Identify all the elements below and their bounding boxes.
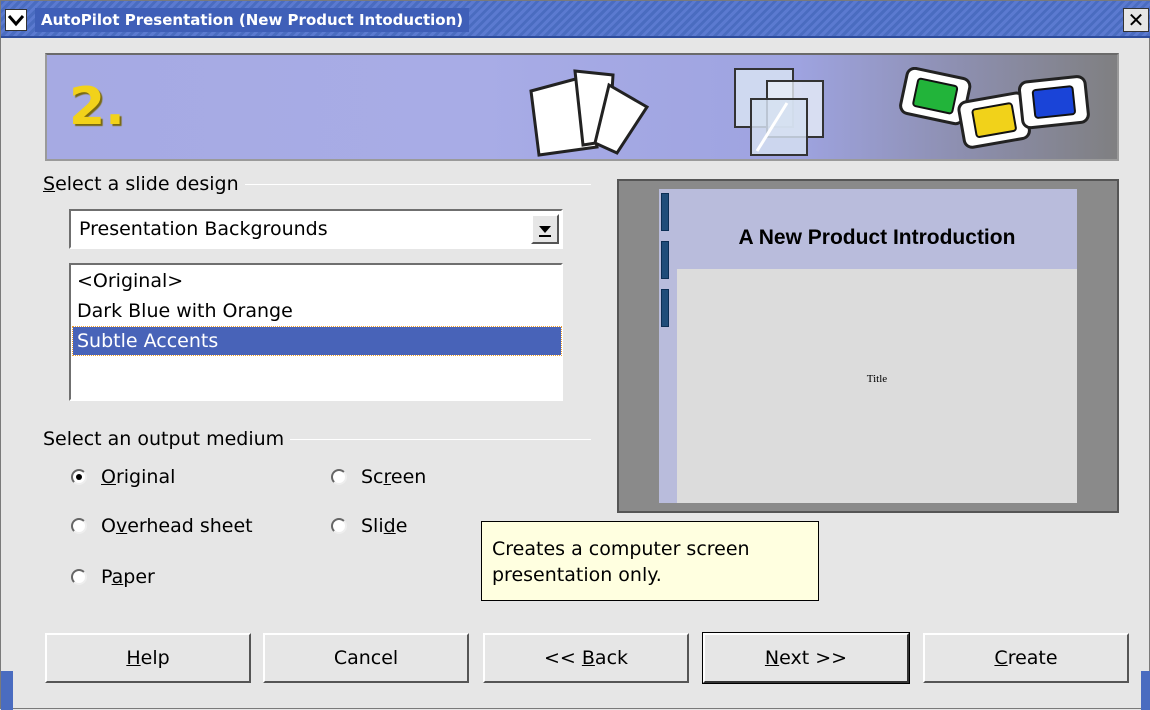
title-label-bg: AutoPilot Presentation (New Product Into…: [35, 8, 470, 32]
slide-left-band: [659, 189, 677, 503]
slide-preview: A New Product Introduction Title: [617, 179, 1119, 513]
frame-accent-left: [1, 671, 13, 710]
transparency-sheets-icon: [734, 68, 824, 156]
radio-screen-label: Screen: [361, 466, 427, 488]
radio-original[interactable]: Original: [71, 466, 175, 488]
preview-slide: A New Product Introduction Title: [659, 189, 1077, 503]
radio-slide-label: Slide: [361, 515, 408, 537]
design-category-dropdown[interactable]: Presentation Backgrounds: [69, 209, 563, 249]
design-category-value: Presentation Backgrounds: [79, 218, 328, 240]
accent-bar: [661, 193, 669, 231]
radio-original-label: Original: [101, 466, 176, 488]
radio-slide[interactable]: Slide: [331, 515, 407, 537]
tooltip-line-1: Creates a computer screen: [492, 538, 750, 560]
dropdown-arrow-icon: [539, 226, 551, 237]
window-menu-button[interactable]: [5, 9, 27, 31]
radio-indicator[interactable]: [71, 518, 87, 534]
radio-screen[interactable]: Screen: [331, 466, 426, 488]
title-bar[interactable]: AutoPilot Presentation (New Product Into…: [1, 1, 1150, 38]
output-group-label: Select an output medium: [43, 428, 291, 450]
window-title: AutoPilot Presentation (New Product Into…: [41, 11, 464, 29]
create-button[interactable]: Create: [923, 633, 1129, 683]
paper-sheets-icon: [529, 69, 650, 157]
list-item[interactable]: <Original>: [73, 267, 561, 295]
autopilot-dialog: AutoPilot Presentation (New Product Into…: [0, 0, 1150, 710]
help-button[interactable]: Help: [45, 633, 251, 683]
radio-indicator-checked[interactable]: [71, 469, 87, 485]
radio-overhead-label: Overhead sheet: [101, 515, 253, 537]
radio-paper[interactable]: Paper: [71, 566, 155, 588]
list-item[interactable]: Dark Blue with Orange: [73, 297, 561, 325]
chevron-down-icon: [7, 15, 25, 27]
preview-title: A New Product Introduction: [738, 226, 1016, 249]
accent-bar: [661, 289, 669, 327]
close-button[interactable]: ✕: [1123, 8, 1149, 32]
step-number: 2.: [69, 77, 125, 137]
design-template-list[interactable]: <Original> Dark Blue with Orange Subtle …: [69, 263, 563, 401]
next-button[interactable]: Next >>: [702, 632, 910, 684]
radio-overhead-sheet[interactable]: Overhead sheet: [71, 515, 253, 537]
slides-icon: [899, 67, 1090, 149]
radio-paper-label: Paper: [101, 566, 155, 588]
design-group-label: Select a slide design: [43, 173, 245, 195]
accent-bar: [661, 241, 669, 279]
back-button[interactable]: << Back: [483, 633, 689, 683]
step-banner: 2.: [45, 53, 1119, 161]
radio-indicator[interactable]: [71, 569, 87, 585]
tooltip: Creates a computer screen presentation o…: [481, 521, 819, 601]
frame-accent-right: [1141, 671, 1150, 710]
tooltip-line-2: presentation only.: [492, 564, 662, 586]
cancel-button[interactable]: Cancel: [263, 633, 469, 683]
close-icon: ✕: [1127, 8, 1145, 32]
dropdown-button[interactable]: [531, 214, 559, 244]
radio-indicator[interactable]: [331, 469, 347, 485]
radio-indicator[interactable]: [331, 518, 347, 534]
list-item-selected[interactable]: Subtle Accents: [72, 326, 562, 356]
preview-subtitle: Title: [866, 373, 888, 385]
